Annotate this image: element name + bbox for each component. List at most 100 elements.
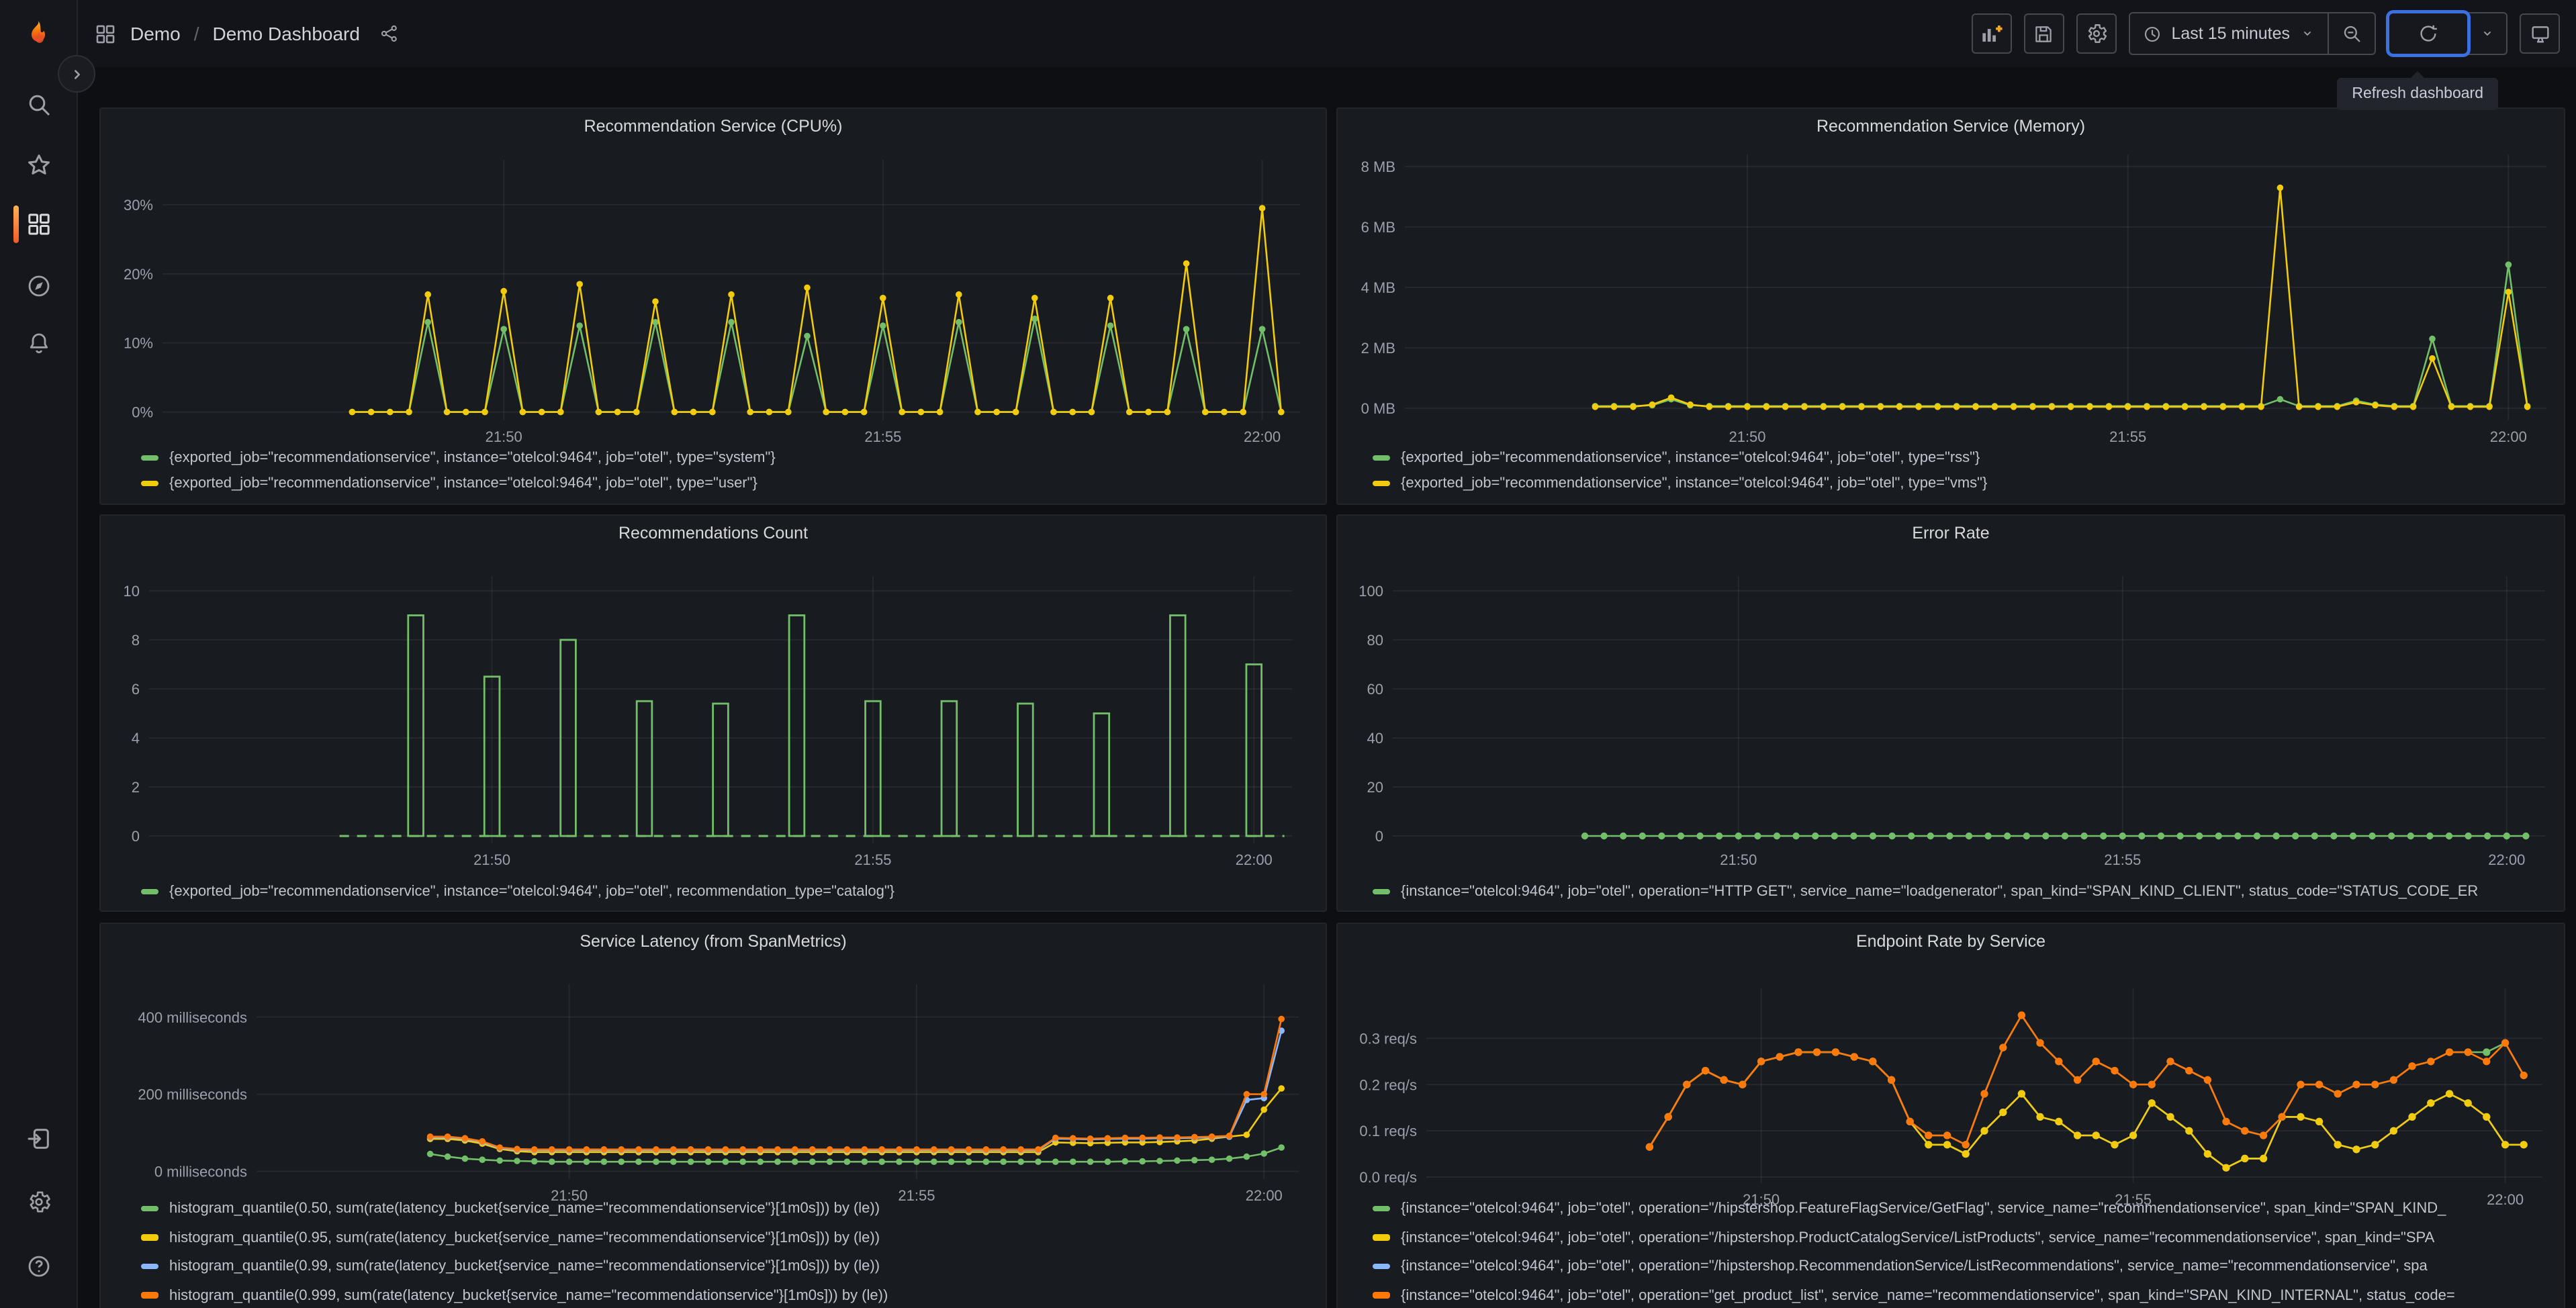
help-circle-icon — [25, 1253, 52, 1280]
time-range-picker[interactable]: Last 15 minutes — [2130, 13, 2328, 54]
add-panel-button[interactable] — [1971, 13, 2012, 54]
sidebar-item-dashboards[interactable] — [0, 200, 77, 248]
svg-text:6 MB: 6 MB — [1361, 219, 1395, 236]
legend-item[interactable]: histogram_quantile(0.95, sum(rate(latenc… — [141, 1229, 1320, 1246]
endpoint-rate-chart[interactable]: 0.0 req/s0.1 req/s0.2 req/s0.3 req/s21:5… — [1338, 924, 2565, 1308]
sidebar-item-starred[interactable] — [0, 141, 77, 189]
legend-series-label: {exported_job="recommendationservice", i… — [1401, 475, 1988, 492]
service-latency-chart[interactable]: 0 milliseconds 200 milliseconds 400 millis… — [101, 924, 1327, 1308]
refresh-group — [2388, 12, 2508, 55]
breadcrumb-section[interactable]: Demo — [130, 23, 181, 44]
svg-text:20%: 20% — [124, 266, 153, 283]
sidebar-item-alerting[interactable] — [0, 320, 77, 368]
legend-series-color-chip — [1373, 1234, 1390, 1241]
save-dashboard-button[interactable] — [2023, 13, 2064, 54]
legend-item[interactable]: {instance="otelcol:9464", job="otel", op… — [1373, 884, 2559, 900]
legend-item[interactable]: {exported_job="recommendationservice", i… — [141, 450, 1320, 466]
recommendations-count-chart[interactable]: 0 2 4 6 8 10 21:50 21:55 22:00 — [101, 516, 1327, 912]
breadcrumb: Demo / Demo Dashboard — [94, 0, 400, 67]
sidebar-item-explore[interactable] — [0, 262, 77, 310]
svg-text:400 milliseconds: 400 milliseconds — [138, 1009, 247, 1026]
monitor-icon — [2528, 22, 2551, 45]
svg-text:100: 100 — [1359, 583, 1383, 600]
gear-icon — [25, 1188, 52, 1215]
legend-item[interactable]: {instance="otelcol:9464", job="otel", op… — [1373, 1229, 2559, 1246]
legend-item[interactable]: {exported_job="recommendationservice", i… — [141, 475, 1320, 492]
legend-item[interactable]: {instance="otelcol:9464", job="otel", op… — [1373, 1287, 2559, 1303]
svg-text:8: 8 — [132, 632, 140, 649]
cpu-chart[interactable]: 0% 10% 20% 30% 21:50 21:55 22:00 — [101, 109, 1327, 505]
legend-series-label: {exported_job="recommendationservice", i… — [169, 475, 757, 492]
legend-item[interactable]: {instance="otelcol:9464", job="otel", op… — [1373, 1258, 2559, 1274]
legend-series-color-chip — [1373, 888, 1390, 895]
legend-series-color-chip — [141, 1263, 158, 1270]
zoom-out-button[interactable] — [2329, 13, 2375, 54]
legend-series-label: {instance="otelcol:9464", job="otel", op… — [1401, 1258, 2428, 1274]
sidebar-item-help[interactable] — [0, 1242, 77, 1291]
legend-series-label: histogram_quantile(0.50, sum(rate(latenc… — [169, 1201, 880, 1217]
legend-item[interactable]: histogram_quantile(0.999, sum(rate(laten… — [141, 1287, 1320, 1303]
legend-item[interactable]: {exported_job="recommendationservice", i… — [1373, 450, 2559, 466]
svg-text:0.1 req/s: 0.1 req/s — [1359, 1123, 1417, 1139]
svg-text:21:55: 21:55 — [854, 851, 891, 868]
legend-series-color-chip — [141, 888, 158, 895]
legend-series-label: {instance="otelcol:9464", job="otel", op… — [1401, 1229, 2435, 1246]
panel-recommendations-count: Recommendations Count 0 2 4 6 8 10 21:50 21:55 2… — [99, 514, 1327, 912]
svg-text:22:00: 22:00 — [1236, 851, 1273, 868]
legend-series-label: {exported_job="recommendationservice", i… — [169, 450, 776, 466]
sidebar-item-settings[interactable] — [0, 1178, 77, 1226]
panel-recommendation-cpu: Recommendation Service (CPU%) 0% 10% 20% 30… — [99, 107, 1327, 505]
share-icon[interactable] — [379, 23, 400, 44]
legend-series-label: histogram_quantile(0.999, sum(rate(laten… — [169, 1287, 888, 1303]
gear-icon — [2084, 21, 2109, 46]
legend-series-color-chip — [1373, 1292, 1390, 1299]
svg-text:0.0 req/s: 0.0 req/s — [1359, 1169, 1417, 1186]
svg-text:21:55: 21:55 — [2104, 851, 2141, 868]
dashboard-settings-button[interactable] — [2076, 13, 2117, 54]
active-indicator — [13, 205, 18, 243]
memory-chart[interactable]: 0 MB 2 MB 4 MB 6 MB 8 MB 21:50 21:55 22:00 — [1338, 109, 2565, 505]
svg-text:21:50: 21:50 — [1720, 851, 1757, 868]
apps-icon[interactable] — [94, 22, 117, 45]
refresh-interval-dropdown[interactable] — [2469, 13, 2506, 54]
time-range-label: Last 15 minutes — [2171, 24, 2291, 43]
breadcrumb-page[interactable]: Demo Dashboard — [213, 23, 360, 44]
save-icon — [2033, 22, 2056, 45]
add-panel-icon — [1979, 21, 2005, 46]
svg-text:21:55: 21:55 — [2109, 428, 2146, 445]
legend-item[interactable]: {exported_job="recommendationservice", i… — [1373, 475, 2559, 492]
legend-series-color-chip — [141, 455, 158, 461]
legend-item[interactable]: {instance="otelcol:9464", job="otel", op… — [1373, 1201, 2559, 1217]
sidebar-item-sign-in[interactable] — [0, 1115, 77, 1163]
svg-text:21:50: 21:50 — [1729, 428, 1765, 445]
svg-text:80: 80 — [1367, 632, 1383, 649]
legend-series-color-chip — [141, 1205, 158, 1212]
legend-series-color-chip — [141, 480, 158, 487]
svg-text:0.3 req/s: 0.3 req/s — [1359, 1030, 1417, 1047]
svg-text:0 MB: 0 MB — [1361, 400, 1395, 417]
bell-icon — [25, 330, 52, 357]
legend-item[interactable]: histogram_quantile(0.99, sum(rate(latenc… — [141, 1258, 1320, 1274]
svg-text:2 MB: 2 MB — [1361, 340, 1395, 357]
svg-text:0.2 req/s: 0.2 req/s — [1359, 1076, 1417, 1093]
legend-series-color-chip — [1373, 480, 1390, 487]
error-rate-chart[interactable]: 0 20 40 60 80 100 21:50 21:55 22:00 — [1338, 516, 2565, 912]
svg-text:4 MB: 4 MB — [1361, 279, 1395, 296]
svg-text:21:55: 21:55 — [864, 428, 901, 445]
svg-text:20: 20 — [1367, 779, 1383, 796]
refresh-dashboard-button[interactable] — [2389, 13, 2467, 54]
sidebar-expand-button[interactable] — [58, 55, 95, 93]
legend-series-color-chip — [1373, 455, 1390, 461]
legend-series-label: {instance="otelcol:9464", job="otel", op… — [1401, 1201, 2446, 1217]
legend-series-label: histogram_quantile(0.95, sum(rate(latenc… — [169, 1229, 880, 1246]
grafana-logo-icon[interactable] — [21, 19, 55, 52]
svg-text:21:50: 21:50 — [473, 851, 510, 868]
panel-recommendation-memory: Recommendation Service (Memory) 0 MB 2 MB… — [1336, 107, 2565, 505]
legend-item[interactable]: histogram_quantile(0.50, sum(rate(latenc… — [141, 1201, 1320, 1217]
legend-item[interactable]: {exported_job="recommendationservice", i… — [141, 884, 1320, 900]
clock-icon — [2142, 24, 2162, 44]
svg-text:0 milliseconds: 0 milliseconds — [154, 1164, 247, 1180]
kiosk-mode-button[interactable] — [2520, 13, 2560, 54]
grafana-app: Demo / Demo Dashboard Last 15 minutes Re… — [0, 0, 2576, 1308]
svg-text:4: 4 — [132, 730, 140, 747]
